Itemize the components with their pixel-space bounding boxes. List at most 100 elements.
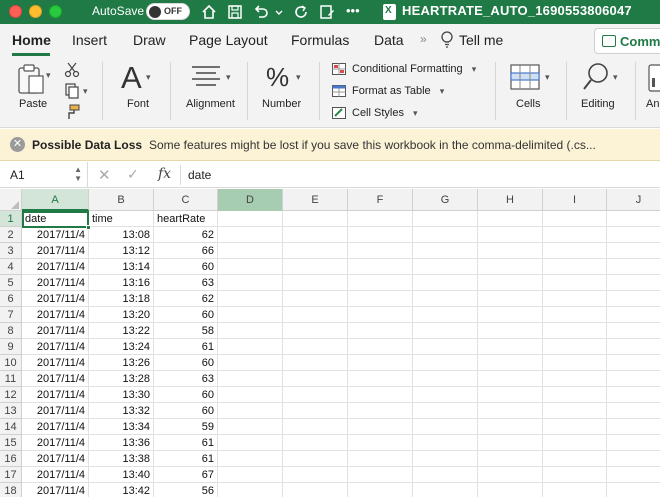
- cell-j15[interactable]: [607, 435, 660, 451]
- cell-j8[interactable]: [607, 323, 660, 339]
- autosave-toggle[interactable]: OFF: [146, 3, 190, 20]
- cell-i9[interactable]: [543, 339, 607, 355]
- cell-j3[interactable]: [607, 243, 660, 259]
- cell-i5[interactable]: [543, 275, 607, 291]
- cell-f13[interactable]: [348, 403, 413, 419]
- cell-f9[interactable]: [348, 339, 413, 355]
- cell-h11[interactable]: [478, 371, 543, 387]
- cell-f1[interactable]: [348, 211, 413, 227]
- cell-j17[interactable]: [607, 467, 660, 483]
- name-box-stepper-icon[interactable]: ▲ ▼: [74, 165, 82, 183]
- cancel-edit-icon[interactable]: ✕: [98, 166, 111, 184]
- column-header-a[interactable]: A: [22, 189, 89, 211]
- home-icon[interactable]: [200, 3, 218, 21]
- cell-j5[interactable]: [607, 275, 660, 291]
- cell-g4[interactable]: [413, 259, 478, 275]
- cell-e9[interactable]: [283, 339, 348, 355]
- cell-a16[interactable]: 2017/11/4: [22, 451, 89, 467]
- cell-e18[interactable]: [283, 483, 348, 497]
- cell-h12[interactable]: [478, 387, 543, 403]
- column-header-i[interactable]: I: [543, 189, 607, 211]
- cell-i15[interactable]: [543, 435, 607, 451]
- row-header[interactable]: 5: [0, 275, 22, 291]
- cell-h10[interactable]: [478, 355, 543, 371]
- cell-c15[interactable]: 61: [154, 435, 218, 451]
- cells-dropdown-icon[interactable]: ▾: [545, 72, 550, 83]
- cell-h2[interactable]: [478, 227, 543, 243]
- cell-b7[interactable]: 13:20: [89, 307, 154, 323]
- cell-j10[interactable]: [607, 355, 660, 371]
- lightbulb-icon[interactable]: [440, 31, 454, 49]
- more-tabs-icon[interactable]: »: [420, 32, 427, 46]
- cell-f17[interactable]: [348, 467, 413, 483]
- cell-a14[interactable]: 2017/11/4: [22, 419, 89, 435]
- cell-a18[interactable]: 2017/11/4: [22, 483, 89, 497]
- cell-i16[interactable]: [543, 451, 607, 467]
- cell-e10[interactable]: [283, 355, 348, 371]
- cell-j2[interactable]: [607, 227, 660, 243]
- conditional-formatting-button[interactable]: Conditional Formatting ▾: [332, 63, 476, 76]
- cell-i1[interactable]: [543, 211, 607, 227]
- cell-b8[interactable]: 13:22: [89, 323, 154, 339]
- cell-e5[interactable]: [283, 275, 348, 291]
- cell-h14[interactable]: [478, 419, 543, 435]
- cell-d8[interactable]: [218, 323, 283, 339]
- cell-i17[interactable]: [543, 467, 607, 483]
- cell-c4[interactable]: 60: [154, 259, 218, 275]
- redo-icon[interactable]: [292, 3, 310, 21]
- cell-f16[interactable]: [348, 451, 413, 467]
- cell-d2[interactable]: [218, 227, 283, 243]
- font-dropdown-icon[interactable]: ▾: [146, 72, 151, 83]
- row-header[interactable]: 12: [0, 387, 22, 403]
- cell-d7[interactable]: [218, 307, 283, 323]
- cell-b15[interactable]: 13:36: [89, 435, 154, 451]
- cell-c5[interactable]: 63: [154, 275, 218, 291]
- zoom-window-button[interactable]: [49, 5, 62, 18]
- cell-d4[interactable]: [218, 259, 283, 275]
- cell-b17[interactable]: 13:40: [89, 467, 154, 483]
- cell-i14[interactable]: [543, 419, 607, 435]
- cell-c18[interactable]: 56: [154, 483, 218, 497]
- alignment-dropdown-icon[interactable]: ▾: [226, 72, 231, 83]
- cell-b1[interactable]: time: [89, 211, 154, 227]
- cell-j13[interactable]: [607, 403, 660, 419]
- cell-b12[interactable]: 13:30: [89, 387, 154, 403]
- cell-d11[interactable]: [218, 371, 283, 387]
- insert-function-icon[interactable]: fx: [158, 166, 171, 182]
- cell-c10[interactable]: 60: [154, 355, 218, 371]
- cell-g12[interactable]: [413, 387, 478, 403]
- cell-a5[interactable]: 2017/11/4: [22, 275, 89, 291]
- cell-a7[interactable]: 2017/11/4: [22, 307, 89, 323]
- cell-f5[interactable]: [348, 275, 413, 291]
- more-commands-icon[interactable]: •••: [346, 3, 364, 21]
- cell-d16[interactable]: [218, 451, 283, 467]
- fill-handle[interactable]: [86, 225, 91, 230]
- cell-c13[interactable]: 60: [154, 403, 218, 419]
- cell-e3[interactable]: [283, 243, 348, 259]
- cell-j11[interactable]: [607, 371, 660, 387]
- cell-f12[interactable]: [348, 387, 413, 403]
- cell-g6[interactable]: [413, 291, 478, 307]
- cell-g14[interactable]: [413, 419, 478, 435]
- cell-e4[interactable]: [283, 259, 348, 275]
- cell-a1[interactable]: date: [22, 211, 89, 227]
- cell-g8[interactable]: [413, 323, 478, 339]
- cell-j6[interactable]: [607, 291, 660, 307]
- cell-h15[interactable]: [478, 435, 543, 451]
- cell-b18[interactable]: 13:42: [89, 483, 154, 497]
- cell-d9[interactable]: [218, 339, 283, 355]
- row-header[interactable]: 13: [0, 403, 22, 419]
- number-dropdown-icon[interactable]: ▾: [296, 72, 301, 83]
- column-header-b[interactable]: B: [89, 189, 154, 211]
- close-window-button[interactable]: [9, 5, 22, 18]
- row-header[interactable]: 2: [0, 227, 22, 243]
- cell-a11[interactable]: 2017/11/4: [22, 371, 89, 387]
- cell-g7[interactable]: [413, 307, 478, 323]
- cell-a3[interactable]: 2017/11/4: [22, 243, 89, 259]
- cell-e11[interactable]: [283, 371, 348, 387]
- cell-f11[interactable]: [348, 371, 413, 387]
- cell-h4[interactable]: [478, 259, 543, 275]
- tab-home[interactable]: Home: [12, 32, 51, 48]
- cell-i4[interactable]: [543, 259, 607, 275]
- cell-j18[interactable]: [607, 483, 660, 497]
